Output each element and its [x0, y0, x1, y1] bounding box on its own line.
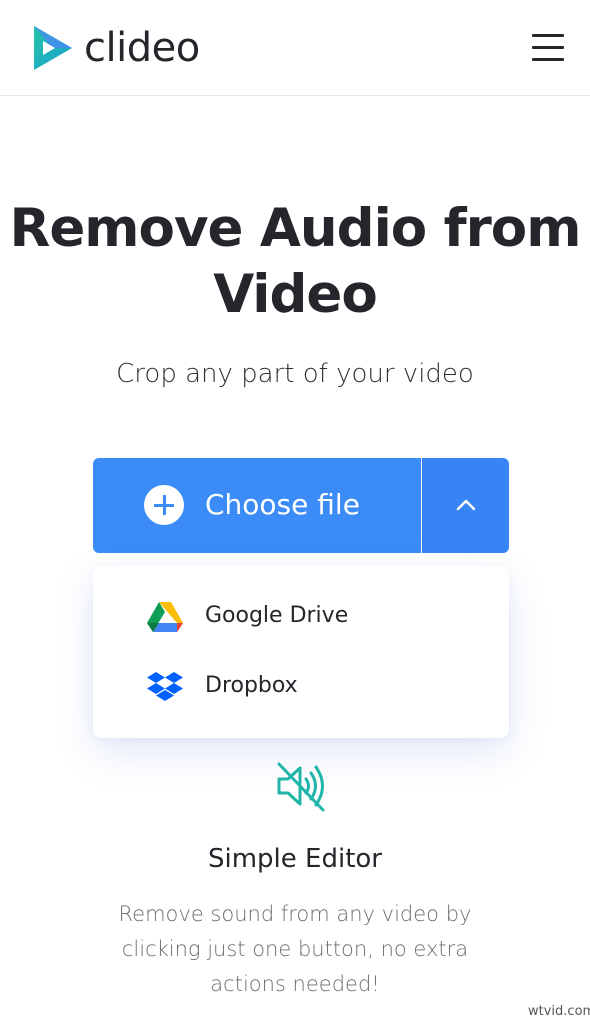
- upload-options-toggle[interactable]: [422, 458, 509, 553]
- dropbox-option[interactable]: Dropbox: [93, 658, 509, 714]
- clideo-logo[interactable]: clideo: [30, 22, 200, 74]
- page-title: Remove Audio from Video: [9, 198, 582, 325]
- google-drive-label: Google Drive: [205, 603, 349, 628]
- feature-description: Remove sound from any video by clicking …: [118, 902, 472, 996]
- choose-file-button[interactable]: Choose file: [93, 458, 421, 553]
- upload-source-dropdown: Google Drive Dropbox: [93, 566, 509, 738]
- menu-line: [532, 58, 564, 61]
- brand-name: clideo: [84, 25, 200, 71]
- watermark: wtvid.com: [528, 1004, 590, 1019]
- page-subtitle: Crop any part of your video: [116, 359, 474, 389]
- top-header: clideo: [0, 0, 590, 96]
- google-drive-option[interactable]: Google Drive: [93, 588, 509, 644]
- choose-file-label: Choose file: [205, 488, 360, 521]
- menu-line: [532, 46, 564, 49]
- muted-speaker-icon: [277, 762, 325, 812]
- google-drive-icon: [147, 602, 183, 632]
- chevron-up-icon: [456, 499, 476, 511]
- dropbox-label: Dropbox: [205, 673, 298, 698]
- clideo-play-logo-icon: [34, 26, 72, 70]
- hamburger-menu-icon[interactable]: [530, 31, 566, 63]
- menu-line: [532, 34, 564, 37]
- feature-title: Simple Editor: [208, 844, 382, 874]
- dropbox-icon: [147, 672, 183, 701]
- plus-icon: [144, 485, 184, 525]
- upload-widget: Choose file: [93, 458, 509, 553]
